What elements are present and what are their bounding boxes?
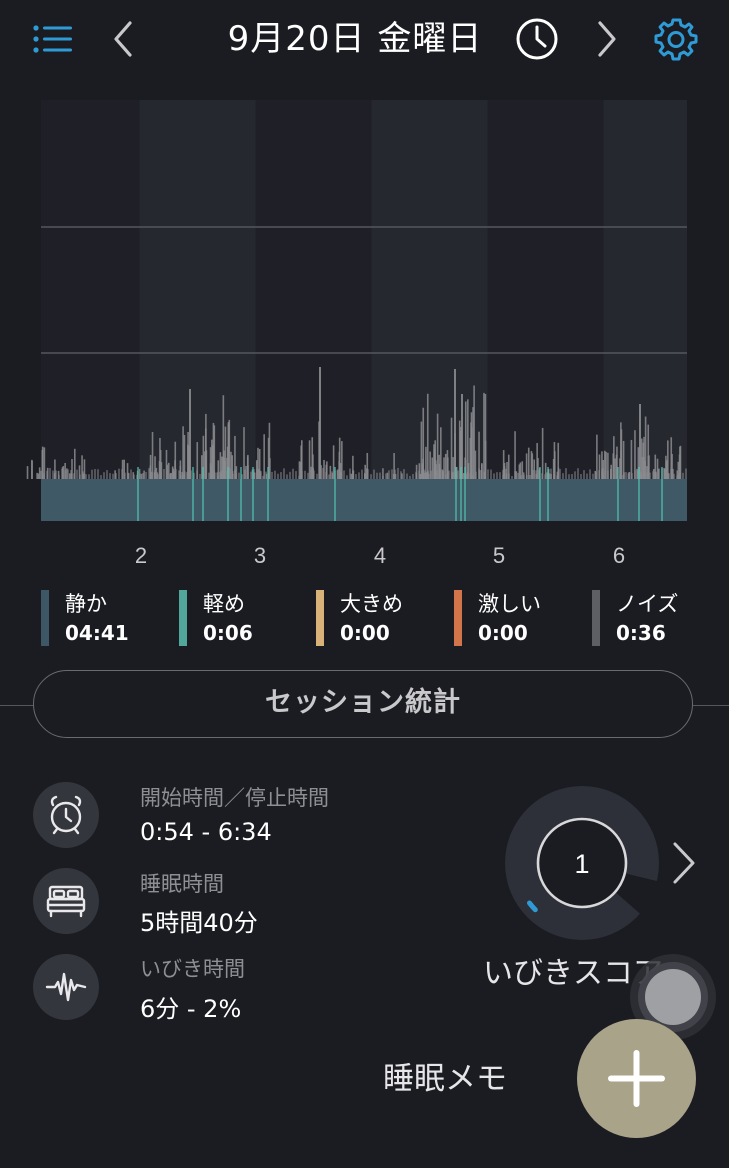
plus-icon	[608, 1050, 665, 1107]
legend-item-quiet: 静か 04:41	[41, 590, 161, 646]
hour-band	[255, 100, 372, 479]
legend-item-noise: ノイズ 0:36	[592, 590, 712, 646]
x-tick-label: 4	[374, 543, 386, 568]
legend-value-loud: 0:00	[340, 621, 390, 645]
legend-label-quiet: 静か	[65, 592, 107, 616]
x-tick-label: 3	[254, 543, 266, 568]
start-stop-time-value: 0:54 - 6:34	[140, 818, 272, 846]
list-menu-icon[interactable]	[28, 14, 78, 64]
legend-swatch-noise	[592, 590, 600, 646]
chevron-right-icon[interactable]	[665, 838, 705, 888]
snore-score-value: 1	[574, 849, 589, 879]
sleep-duration-label: 睡眠時間	[140, 872, 224, 896]
legend-label-light: 軽め	[203, 592, 245, 616]
legend-swatch-quiet	[41, 590, 49, 646]
legend-label-epic: 激しい	[478, 592, 541, 616]
legend-swatch-light	[179, 590, 187, 646]
legend-label-noise: ノイズ	[616, 592, 679, 616]
hour-band	[139, 100, 256, 479]
x-tick-label: 5	[493, 543, 505, 568]
chevron-right-icon[interactable]	[582, 14, 632, 64]
snore-duration-label: いびき時間	[140, 957, 245, 981]
snore-score-gauge[interactable]: 1	[500, 783, 665, 948]
legend-item-light: 軽め 0:06	[179, 590, 299, 646]
legend-item-loud: 大きめ 0:00	[316, 590, 436, 646]
x-tick-label: 2	[135, 543, 147, 568]
add-memo-button[interactable]	[577, 1019, 696, 1138]
hour-band	[41, 100, 140, 479]
legend-value-light: 0:06	[203, 621, 253, 645]
hour-band	[371, 100, 488, 479]
legend-swatch-epic	[454, 590, 462, 646]
waveform-icon	[33, 954, 99, 1020]
divider	[690, 705, 729, 706]
chevron-left-icon[interactable]	[100, 14, 150, 64]
legend-item-epic: 激しい 0:00	[454, 590, 574, 646]
sleep-duration-value: 5時間40分	[140, 909, 258, 937]
legend-value-quiet: 04:41	[65, 621, 129, 645]
date-title: 9月20日 金曜日	[227, 19, 483, 59]
sleep-session-screen: 9月20日 金曜日 2 3 4 5 6 静か 04:41 軽め 0:06 大きめ 0:0…	[0, 0, 729, 1168]
hour-band	[487, 100, 604, 479]
alarm-clock-icon	[33, 782, 99, 848]
snore-timeline-chart: 2 3 4 5 6	[26, 100, 687, 568]
x-tick-label: 6	[613, 543, 625, 568]
legend-label-loud: 大きめ	[340, 592, 403, 616]
sleep-memo-label: 睡眠メモ	[383, 1061, 507, 1097]
legend-swatch-loud	[316, 590, 324, 646]
legend-value-epic: 0:00	[478, 621, 528, 645]
start-stop-time-label: 開始時間／停止時間	[140, 786, 329, 810]
bed-icon	[33, 868, 99, 934]
legend-value-noise: 0:36	[616, 621, 666, 645]
clock-icon[interactable]	[512, 14, 562, 64]
snore-duration-value: 6分 - 2%	[140, 995, 242, 1023]
session-stats-button[interactable]: セッション統計	[33, 670, 693, 738]
gear-icon[interactable]	[651, 14, 701, 64]
